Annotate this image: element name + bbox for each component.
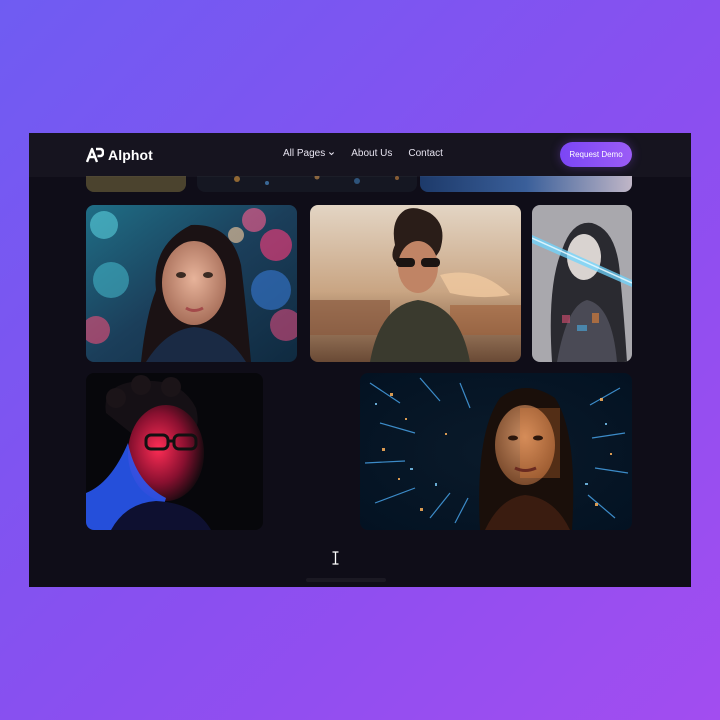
request-demo-button[interactable]: Request Demo	[560, 142, 632, 167]
gallery-image-data-tunnel-portrait[interactable]	[360, 373, 632, 530]
gallery-image-neon-glasses-man[interactable]	[86, 373, 263, 530]
gallery-image-bokeh-portrait[interactable]	[86, 205, 297, 362]
brand-logo[interactable]: Alphot	[86, 146, 153, 164]
chevron-down-icon	[329, 152, 335, 156]
brand-name: Alphot	[108, 147, 153, 163]
nav-item-label: About Us	[351, 148, 393, 159]
nav-links: All Pages About Us Contact	[283, 148, 443, 159]
top-navbar: Alphot All Pages About Us Contact Reques…	[29, 133, 691, 176]
nav-item-label: All Pages	[283, 148, 326, 159]
nav-item-contact[interactable]: Contact	[408, 148, 442, 159]
gallery-image-sunglasses-surreal[interactable]	[310, 205, 521, 362]
ap-monogram-icon	[86, 147, 104, 163]
nav-item-all-pages[interactable]: All Pages	[283, 148, 335, 159]
scroll-indicator	[306, 578, 386, 582]
nav-item-about-us[interactable]: About Us	[351, 148, 392, 159]
nav-item-label: Contact	[408, 148, 443, 159]
app-window: Alphot All Pages About Us Contact Reques…	[29, 133, 691, 587]
text-cursor-icon	[332, 551, 339, 565]
gallery-image-light-streak-portrait[interactable]	[532, 205, 632, 362]
